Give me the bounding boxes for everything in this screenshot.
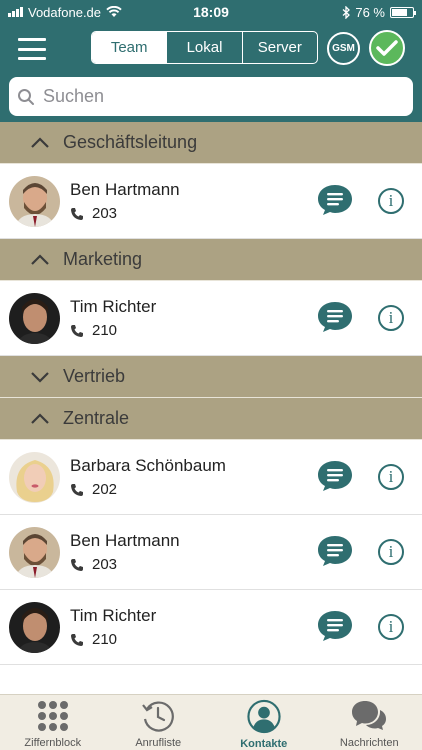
search-box <box>9 77 413 116</box>
tab-nachrichten[interactable]: Nachrichten <box>317 695 422 750</box>
avatar <box>9 527 60 578</box>
chat-icon[interactable] <box>317 184 353 216</box>
contact-name: Ben Hartmann <box>70 531 180 550</box>
extension-number: 210 <box>92 631 118 648</box>
battery-level <box>392 8 408 16</box>
phone-icon <box>71 483 83 496</box>
extension-number: 203 <box>92 556 118 573</box>
tab-label: Kontakte <box>240 738 288 750</box>
group-header-zentrale[interactable]: Zentrale <box>0 398 422 440</box>
status-check-button[interactable] <box>369 30 405 66</box>
info-icon[interactable]: i <box>378 464 404 490</box>
search-icon <box>18 88 34 105</box>
contact-list: Geschäftsleitung Ben Hartmann 203 i Mark… <box>0 122 422 694</box>
contact-extension: 210 <box>70 631 117 648</box>
contact-row[interactable]: Ben Hartmann 203 i <box>0 164 422 239</box>
tab-ziffernblock[interactable]: Ziffernblock <box>0 695 106 750</box>
phone-icon <box>71 633 83 646</box>
contact-name: Tim Richter <box>70 606 157 625</box>
chat-icon[interactable] <box>317 301 353 333</box>
info-icon[interactable]: i <box>378 614 404 640</box>
tab-label: Ziffernblock <box>24 737 82 749</box>
chevron-down-icon <box>30 371 50 383</box>
battery-percent: 76 % <box>355 4 385 20</box>
group-name: Zentrale <box>63 408 130 428</box>
chevron-up-icon <box>30 412 50 425</box>
nav-bar: Team Lokal Server GSM <box>0 24 422 72</box>
tab-label: Anrufliste <box>135 737 182 749</box>
status-right: 76 % <box>342 4 416 20</box>
status-bar: Vodafone.de 18:09 76 % <box>0 0 422 24</box>
group-header-geschaeftsleitung[interactable]: Geschäftsleitung <box>0 122 422 164</box>
group-header-vertrieb[interactable]: Vertrieb <box>0 356 422 398</box>
segment-lokal[interactable]: Lokal <box>167 32 243 63</box>
segment-server[interactable]: Server <box>243 32 317 63</box>
phone-icon <box>71 558 83 571</box>
contact-extension: 203 <box>70 205 117 222</box>
source-segmented-control: Team Lokal Server <box>91 31 318 64</box>
messages-icon <box>352 701 387 730</box>
avatar <box>9 452 60 503</box>
info-icon[interactable]: i <box>378 305 404 331</box>
contact-row[interactable]: Tim Richter 210 i <box>0 281 422 356</box>
keypad-icon <box>37 701 68 731</box>
contact-row[interactable]: Barbara Schönbaum 202 i <box>0 440 422 515</box>
group-header-marketing[interactable]: Marketing <box>0 239 422 281</box>
contact-extension: 203 <box>70 556 117 573</box>
extension-number: 210 <box>92 322 118 339</box>
phone-icon <box>71 324 83 337</box>
contact-extension: 210 <box>70 322 117 339</box>
group-name: Marketing <box>63 249 143 269</box>
tab-label: Nachrichten <box>339 737 399 749</box>
search-bar <box>0 72 422 122</box>
battery-icon <box>390 6 416 18</box>
contact-name: Barbara Schönbaum <box>70 456 226 475</box>
contacts-icon <box>247 699 281 734</box>
avatar <box>9 176 60 227</box>
segment-team[interactable]: Team <box>92 32 168 63</box>
chat-icon[interactable] <box>317 610 353 642</box>
contact-extension: 202 <box>70 481 117 498</box>
menu-icon[interactable] <box>18 38 46 60</box>
avatar <box>9 293 60 344</box>
checkmark-icon <box>376 40 398 56</box>
chat-icon[interactable] <box>317 460 353 492</box>
tab-anrufliste[interactable]: Anrufliste <box>106 695 212 750</box>
history-icon <box>142 701 175 732</box>
group-name: Vertrieb <box>63 366 126 386</box>
tab-bar: Ziffernblock Anrufliste Kontakte Nachric… <box>0 694 422 750</box>
search-input[interactable] <box>43 86 383 107</box>
chat-icon[interactable] <box>317 535 353 567</box>
gsm-button[interactable]: GSM <box>327 32 360 65</box>
info-icon[interactable]: i <box>378 539 404 565</box>
chevron-up-icon <box>30 253 50 266</box>
avatar <box>9 602 60 653</box>
group-name: Geschäftsleitung <box>63 132 198 152</box>
tab-kontakte[interactable]: Kontakte <box>211 695 317 750</box>
bluetooth-icon <box>342 5 351 19</box>
contact-row[interactable]: Tim Richter 210 i <box>0 590 422 665</box>
info-icon[interactable]: i <box>378 188 404 214</box>
extension-number: 203 <box>92 205 118 222</box>
contact-row[interactable]: Ben Hartmann 203 i <box>0 515 422 590</box>
phone-icon <box>71 207 83 220</box>
contact-name: Tim Richter <box>70 297 157 316</box>
contact-name: Ben Hartmann <box>70 180 180 199</box>
chevron-up-icon <box>30 136 50 149</box>
extension-number: 202 <box>92 481 118 498</box>
